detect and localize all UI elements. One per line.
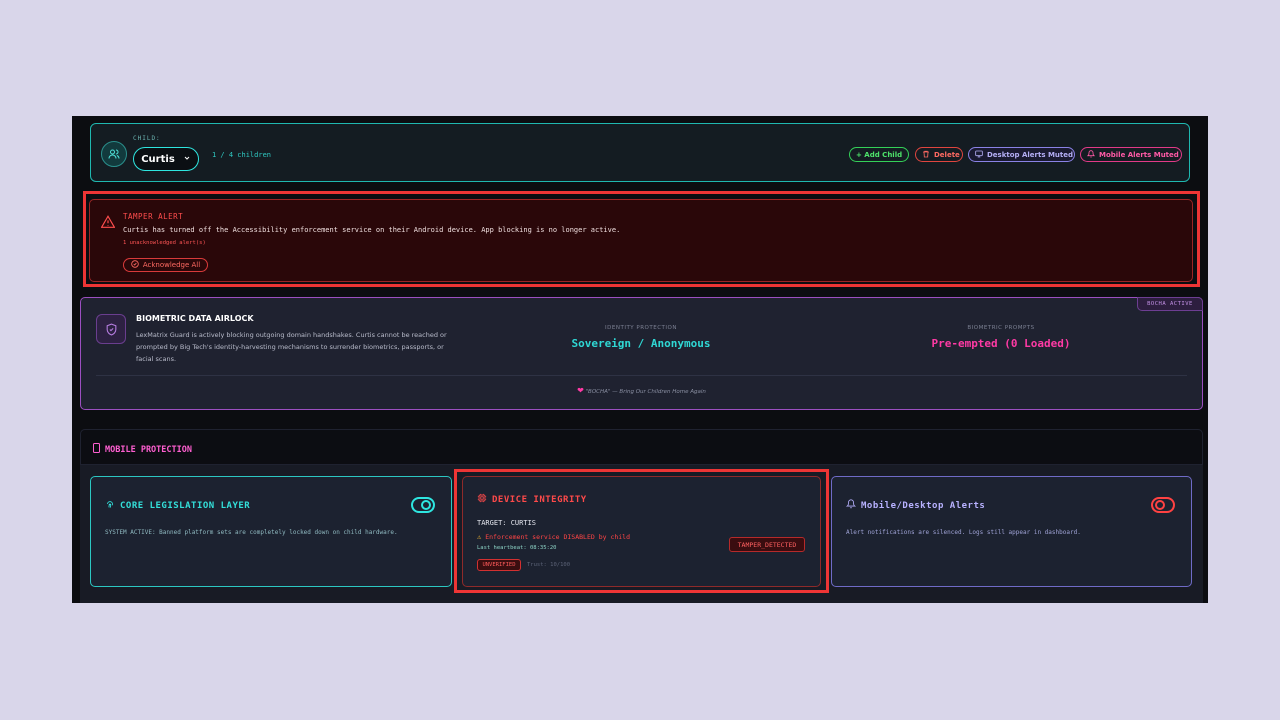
desktop-alerts-button[interactable]: Desktop Alerts Muted xyxy=(968,147,1075,162)
smartphone-icon xyxy=(93,443,100,456)
delete-label: Delete xyxy=(934,150,960,159)
tamper-alert: TAMPER ALERT Curtis has turned off the A… xyxy=(89,199,1193,282)
trust-score: Trust: 10/100 xyxy=(527,562,571,568)
biometric-airlock-card: BOCHA ACTIVE BIOMETRIC DATA AIRLOCK LexM… xyxy=(80,297,1203,410)
acknowledge-all-button[interactable]: Acknowledge All xyxy=(123,258,208,272)
shield-icon xyxy=(96,314,126,344)
chip-icon xyxy=(477,493,487,506)
biometric-description: LexMatrix Guard is actively blocking out… xyxy=(136,331,447,363)
check-circle-icon xyxy=(131,260,139,270)
chevron-down-icon xyxy=(183,154,191,165)
tamper-detected-badge: TAMPER_DETECTED xyxy=(729,537,805,552)
alerts-description: Alert notifications are silenced. Logs s… xyxy=(846,529,1081,536)
child-label: CHILD: xyxy=(133,135,161,142)
child-select-value: Curtis xyxy=(141,153,175,165)
device-warning: Enforcement service DISABLED by child xyxy=(485,533,631,541)
divider xyxy=(96,375,1187,376)
biometric-prompts-label: BIOMETRIC PROMPTS xyxy=(967,325,1035,331)
bell-icon xyxy=(845,499,857,512)
child-bar: CHILD: Curtis 1 / 4 children + Add Child… xyxy=(90,123,1190,182)
device-integrity-title: DEVICE INTEGRITY xyxy=(492,494,587,505)
warning-icon: ⚠ xyxy=(477,533,482,541)
toggle-knob xyxy=(421,500,431,510)
core-legislation-toggle[interactable] xyxy=(411,497,435,513)
bell-off-icon xyxy=(1086,149,1096,160)
add-child-label: + Add Child xyxy=(856,150,903,159)
trash-icon xyxy=(922,150,930,160)
tamper-alert-count: 1 unacknowledged alert(s) xyxy=(123,240,206,246)
mobile-alerts-button[interactable]: Mobile Alerts Muted xyxy=(1080,147,1182,162)
add-child-button[interactable]: + Add Child xyxy=(849,147,909,162)
mobile-protection-title: MOBILE PROTECTION xyxy=(105,444,192,455)
device-target: TARGET: CURTIS xyxy=(477,519,537,527)
mobile-protection-header: MOBILE PROTECTION xyxy=(80,429,1203,465)
child-select[interactable]: Curtis xyxy=(133,147,199,171)
alerts-toggle[interactable] xyxy=(1151,497,1175,513)
fingerprint-icon xyxy=(105,499,115,512)
biometric-title: BIOMETRIC DATA AIRLOCK xyxy=(136,314,254,323)
toggle-knob xyxy=(1155,500,1165,510)
mobile-protection-section: MOBILE PROTECTION CORE LEGISLATION LAYER… xyxy=(80,429,1203,603)
bocha-footer-text: "BOCHA" — Bring Our Children Home Again xyxy=(585,389,706,395)
alerts-title: Mobile/Desktop Alerts xyxy=(861,500,986,511)
desktop-alerts-label: Desktop Alerts Muted xyxy=(987,150,1074,159)
identity-protection-value: Sovereign / Anonymous xyxy=(571,337,711,350)
acknowledge-label: Acknowledge All xyxy=(142,261,201,269)
identity-protection-label: IDENTITY PROTECTION xyxy=(605,325,677,331)
device-integrity-card: DEVICE INTEGRITY TARGET: CURTIS ⚠ Enforc… xyxy=(462,476,821,587)
alerts-card: Mobile/Desktop Alerts Alert notification… xyxy=(831,476,1192,587)
core-legislation-card: CORE LEGISLATION LAYER SYSTEM ACTIVE: Ba… xyxy=(90,476,452,587)
bocha-badge: BOCHA ACTIVE xyxy=(1137,297,1203,311)
biometric-prompts: BIOMETRIC PROMPTS Pre-empted (0 Loaded) xyxy=(911,325,1091,350)
identity-protection: IDENTITY PROTECTION Sovereign / Anonymou… xyxy=(551,325,731,350)
tamper-alert-title: TAMPER ALERT xyxy=(123,212,184,221)
biometric-prompts-value: Pre-empted (0 Loaded) xyxy=(931,337,1071,350)
heart-icon: ❤ xyxy=(577,386,584,395)
warning-triangle-icon xyxy=(100,213,116,232)
device-heartbeat: Last heartbeat: 08:35:20 xyxy=(477,545,557,551)
bocha-footer: ❤ "BOCHA" — Bring Our Children Home Agai… xyxy=(81,386,1202,395)
users-icon xyxy=(101,141,127,167)
delete-child-button[interactable]: Delete xyxy=(915,147,963,162)
core-legislation-title: CORE LEGISLATION LAYER xyxy=(120,500,251,511)
mobile-alerts-label: Mobile Alerts Muted xyxy=(1099,150,1179,159)
tamper-alert-message: Curtis has turned off the Accessibility … xyxy=(123,226,621,234)
child-count: 1 / 4 children xyxy=(212,151,272,159)
monitor-icon xyxy=(975,150,983,160)
core-legislation-description: SYSTEM ACTIVE: Banned platform sets are … xyxy=(105,529,398,536)
unverified-badge: UNVERIFIED xyxy=(477,559,521,571)
dashboard: CHILD: Curtis 1 / 4 children + Add Child… xyxy=(72,116,1208,603)
